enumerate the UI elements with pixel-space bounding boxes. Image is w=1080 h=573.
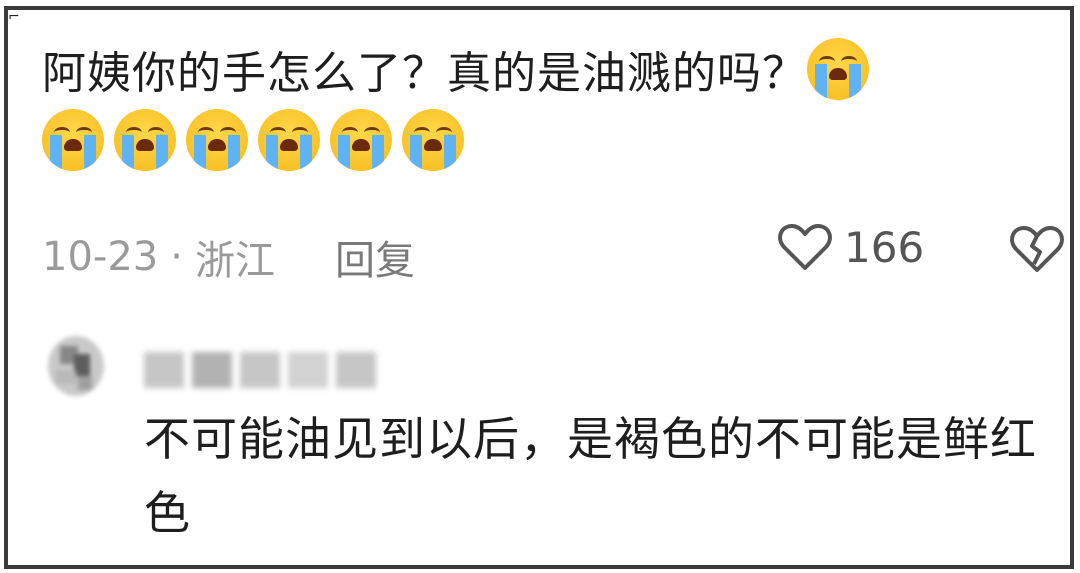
reply-button[interactable]: 回复	[335, 228, 415, 286]
dislike-button[interactable]	[1010, 224, 1064, 278]
comment-text: 阿姨你的手怎么了？真的是油溅的吗？	[42, 48, 807, 99]
meta-separator: ·	[170, 234, 183, 280]
reply-text: 不可能油见到以后，是褐色的不可能是鲜红色	[144, 412, 1037, 540]
crying-emoji-icon	[186, 109, 248, 171]
comment-body: 阿姨你的手怎么了？真的是油溅的吗？	[42, 38, 1042, 180]
crying-emoji-icon	[258, 109, 320, 171]
blurred-username[interactable]	[144, 352, 380, 392]
comment-card: ⌐ 阿姨你的手怎么了？真的是油溅的吗？ 10-23 · 浙江 回复 166 不可…	[4, 6, 1074, 569]
comment-date: 10-23	[42, 234, 159, 280]
avatar[interactable]	[48, 336, 104, 396]
crying-emoji-icon	[807, 38, 869, 100]
like-button[interactable]: 166	[778, 222, 924, 272]
crying-emoji-icon	[402, 109, 464, 171]
corner-mark: ⌐	[8, 9, 20, 25]
crying-emoji-icon	[114, 109, 176, 171]
comment-meta: 10-23 · 浙江 回复	[42, 228, 415, 286]
broken-heart-icon	[1010, 226, 1064, 272]
crying-emoji-icon	[330, 109, 392, 171]
crying-emoji-icon	[42, 109, 104, 171]
comment-location: 浙江	[194, 238, 275, 284]
heart-icon	[778, 224, 832, 270]
like-count: 166	[844, 222, 925, 272]
